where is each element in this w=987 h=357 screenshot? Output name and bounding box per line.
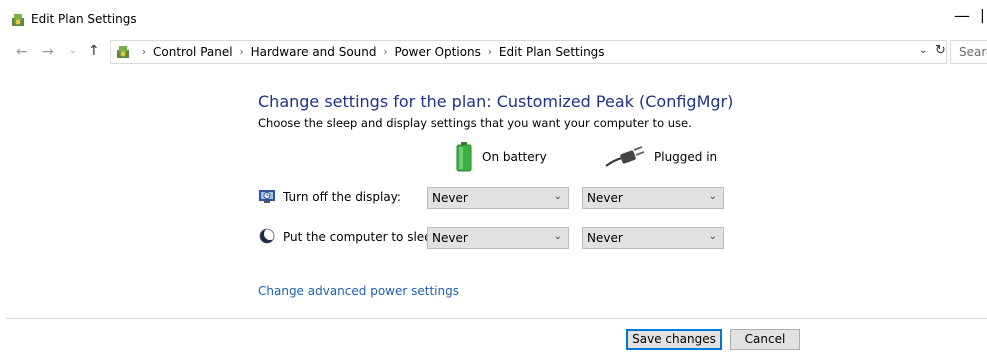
title-bar: Edit Plan Settings — | bbox=[0, 0, 987, 36]
address-bar[interactable]: › Control Panel › Hardware and Sound › P… bbox=[110, 40, 947, 64]
back-arrow-icon[interactable]: ← bbox=[16, 44, 28, 60]
page-title: Change settings for the plan: Customized… bbox=[258, 92, 734, 111]
maximize-button[interactable]: | bbox=[980, 8, 985, 24]
breadcrumb-control-panel[interactable]: Control Panel bbox=[153, 45, 233, 59]
sleep-label: Put the computer to sleep: bbox=[283, 230, 444, 244]
save-changes-button[interactable]: Save changes bbox=[626, 329, 722, 350]
display-icon bbox=[259, 190, 275, 203]
breadcrumb: › Control Panel › Hardware and Sound › P… bbox=[135, 45, 605, 59]
navigation-bar: ← → ⌄ ↑ › Control Panel › Hardware and S… bbox=[0, 40, 987, 66]
plugged-in-label: Plugged in bbox=[654, 150, 718, 164]
chevron-down-icon: ⌄ bbox=[708, 231, 717, 242]
control-panel-icon bbox=[117, 46, 129, 58]
battery-icon bbox=[456, 142, 472, 172]
address-dropdown-icon[interactable]: ⌄ bbox=[919, 45, 927, 56]
sleep-on-battery-value: Never bbox=[432, 231, 468, 245]
breadcrumb-power-options[interactable]: Power Options bbox=[395, 45, 481, 59]
display-plugged-in-value: Never bbox=[587, 191, 623, 205]
chevron-down-icon: ⌄ bbox=[553, 191, 562, 202]
cancel-button[interactable]: Cancel bbox=[730, 329, 800, 350]
display-on-battery-value: Never bbox=[432, 191, 468, 205]
display-plugged-in-select[interactable]: Never ⌄ bbox=[582, 187, 724, 209]
forward-arrow-icon[interactable]: → bbox=[42, 44, 54, 60]
up-arrow-icon[interactable]: ↑ bbox=[88, 43, 100, 59]
turn-off-display-label: Turn off the display: bbox=[283, 190, 401, 204]
column-header-on-battery: On battery bbox=[456, 141, 547, 173]
footer-divider bbox=[6, 318, 987, 319]
breadcrumb-separator-icon[interactable]: › bbox=[488, 47, 492, 58]
window-title: Edit Plan Settings bbox=[31, 12, 137, 26]
display-on-battery-select[interactable]: Never ⌄ bbox=[427, 187, 569, 209]
search-input[interactable]: Searc bbox=[950, 40, 987, 64]
advanced-power-settings-link[interactable]: Change advanced power settings bbox=[258, 284, 459, 298]
search-placeholder: Searc bbox=[959, 45, 987, 59]
breadcrumb-hardware-and-sound[interactable]: Hardware and Sound bbox=[251, 45, 377, 59]
control-panel-icon bbox=[12, 14, 24, 26]
breadcrumb-separator-icon[interactable]: › bbox=[240, 47, 244, 58]
column-header-plugged-in: Plugged in bbox=[604, 141, 717, 173]
on-battery-label: On battery bbox=[482, 150, 547, 164]
refresh-icon[interactable]: ↻ bbox=[935, 43, 946, 58]
power-plug-icon bbox=[605, 146, 645, 167]
sleep-moon-icon bbox=[259, 228, 276, 244]
sleep-plugged-in-value: Never bbox=[587, 231, 623, 245]
chevron-down-icon: ⌄ bbox=[553, 231, 562, 242]
sleep-plugged-in-select[interactable]: Never ⌄ bbox=[582, 227, 724, 249]
breadcrumb-edit-plan-settings[interactable]: Edit Plan Settings bbox=[499, 45, 605, 59]
recent-locations-chevron-icon[interactable]: ⌄ bbox=[69, 46, 77, 56]
sleep-on-battery-select[interactable]: Never ⌄ bbox=[427, 227, 569, 249]
breadcrumb-separator-icon[interactable]: › bbox=[142, 47, 146, 58]
page-subtitle: Choose the sleep and display settings th… bbox=[258, 116, 692, 130]
chevron-down-icon: ⌄ bbox=[708, 191, 717, 202]
minimize-button[interactable]: — bbox=[954, 6, 970, 25]
breadcrumb-separator-icon[interactable]: › bbox=[384, 47, 388, 58]
